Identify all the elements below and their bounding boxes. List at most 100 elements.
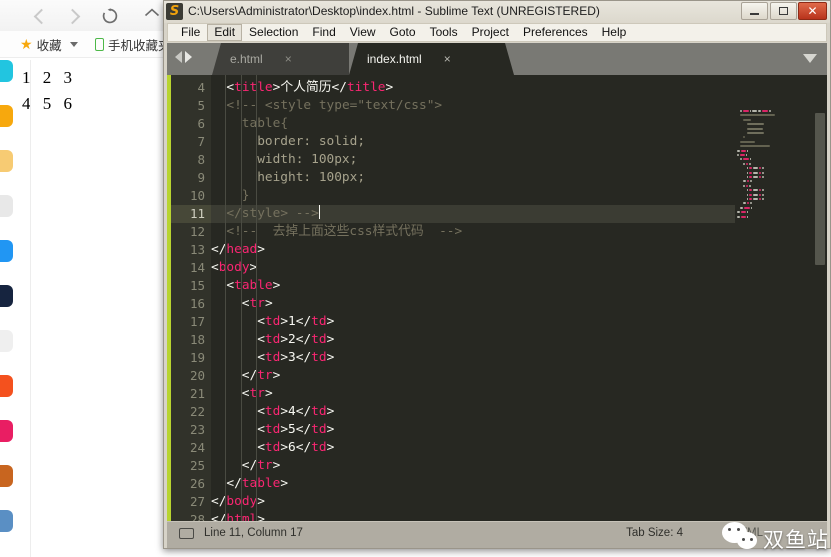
- code-token: >: [272, 458, 281, 473]
- dock-app-icon[interactable]: [0, 240, 13, 262]
- back-button[interactable]: [28, 4, 52, 28]
- tab-nav-arrows[interactable]: [175, 51, 192, 63]
- menu-item-goto[interactable]: Goto: [383, 24, 423, 41]
- code-token: <!-- <style type="text/css">: [226, 98, 443, 113]
- tab-index-html[interactable]: index.html ×: [349, 43, 514, 75]
- menu-item-find[interactable]: Find: [305, 24, 342, 41]
- code-line[interactable]: <table>: [211, 277, 280, 295]
- line-number: 21: [189, 386, 205, 401]
- line-number: 23: [189, 422, 205, 437]
- minimap-glyph: [740, 110, 742, 112]
- reload-button[interactable]: [98, 4, 122, 28]
- chevron-left-icon: [33, 8, 50, 24]
- minimap-glyph: [743, 118, 751, 121]
- dock-app-icon[interactable]: [0, 465, 13, 487]
- dock-app-icon[interactable]: [0, 195, 13, 217]
- tab-close-icon[interactable]: ×: [444, 52, 451, 66]
- minimap-glyph: [739, 154, 745, 156]
- code-line[interactable]: <body>: [211, 259, 257, 277]
- home-icon: [144, 8, 160, 17]
- dock-app-icon[interactable]: [0, 285, 13, 307]
- code-line[interactable]: border: solid;: [211, 133, 365, 151]
- minimap-glyph: [743, 184, 745, 187]
- menu-item-view[interactable]: View: [343, 24, 383, 41]
- minimap-glyph: [749, 167, 752, 170]
- dock-app-icon[interactable]: [0, 420, 13, 442]
- chevron-down-icon[interactable]: [803, 54, 817, 63]
- menu-item-preferences[interactable]: Preferences: [516, 24, 595, 41]
- dock-app-icon[interactable]: [0, 60, 13, 82]
- tab-label: e.html: [230, 52, 263, 66]
- code-token: >4</: [280, 404, 312, 419]
- screen-icon[interactable]: [179, 528, 194, 539]
- close-button[interactable]: ✕: [798, 2, 827, 20]
- code-editor[interactable]: 4 5 6 7 8 9 10 11 12 13 14 15 16 17 18 19 20 21 22 23 24 25 26…: [167, 75, 827, 521]
- code-line[interactable]: <title>个人简历</title>: [211, 79, 393, 97]
- code-line[interactable]: table{: [211, 115, 288, 133]
- dock-app-icon[interactable]: [0, 375, 13, 397]
- maximize-button[interactable]: [770, 2, 797, 20]
- tab-e-html[interactable]: e.html ×: [212, 43, 349, 75]
- code-line[interactable]: </tr>: [211, 457, 281, 475]
- code-line[interactable]: }: [211, 187, 250, 205]
- code-line[interactable]: </tr>: [211, 367, 281, 385]
- scrollbar-thumb[interactable]: [815, 113, 825, 265]
- code-line[interactable]: <td>6</td>: [211, 439, 334, 457]
- dock-app-icon[interactable]: [0, 105, 13, 127]
- code-line[interactable]: <td>4</td>: [211, 403, 334, 421]
- code-token: <: [211, 260, 219, 275]
- code-line[interactable]: <tr>: [211, 295, 273, 313]
- minimap-glyph: [758, 110, 761, 112]
- menu-item-selection[interactable]: Selection: [242, 24, 305, 41]
- minimize-button[interactable]: [741, 2, 768, 20]
- code-line[interactable]: <td>1</td>: [211, 313, 334, 331]
- minimap-glyph: [749, 176, 752, 178]
- menu-item-project[interactable]: Project: [465, 24, 516, 41]
- code-token: 个人简历: [280, 80, 332, 95]
- code-line[interactable]: width: 100px;: [211, 151, 357, 169]
- minimap-glyph: [746, 132, 765, 134]
- line-number: 14: [189, 260, 205, 275]
- code-line[interactable]: <td>2</td>: [211, 331, 334, 349]
- minimap-glyph: [758, 176, 762, 178]
- title-bar[interactable]: S C:\Users\Administrator\Desktop\index.h…: [164, 1, 830, 23]
- minimap-glyph: [746, 211, 748, 214]
- minimap-glyph: [743, 162, 745, 165]
- line-number: 9: [197, 170, 205, 185]
- code-line[interactable]: <!-- <style type="text/css">: [211, 97, 442, 115]
- menu-item-help[interactable]: Help: [595, 24, 634, 41]
- minimap-glyph: [745, 162, 749, 165]
- code-line[interactable]: </table>: [211, 475, 288, 493]
- menu-item-file[interactable]: File: [174, 24, 207, 41]
- dock-app-icon[interactable]: [0, 150, 13, 172]
- home-button[interactable]: [140, 4, 164, 28]
- code-token: <: [241, 296, 250, 311]
- dock-app-icon[interactable]: [0, 330, 13, 352]
- tab-next-icon[interactable]: [185, 51, 192, 63]
- minimap-glyph: [740, 158, 742, 161]
- tab-close-icon[interactable]: ×: [285, 52, 292, 66]
- code-token: >3</: [280, 350, 312, 365]
- code-line[interactable]: <td>5</td>: [211, 421, 334, 439]
- forward-button[interactable]: [62, 4, 86, 28]
- tab-prev-icon[interactable]: [175, 51, 182, 63]
- minimap-glyph: [742, 158, 749, 161]
- bookmark-favorites[interactable]: ★ 收藏: [20, 34, 78, 54]
- code-token: td: [264, 404, 281, 419]
- dock-app-icon[interactable]: [0, 510, 13, 532]
- tab-size-label[interactable]: Tab Size: 4: [626, 527, 683, 539]
- minimap[interactable]: [735, 107, 813, 521]
- code-token: </: [241, 368, 258, 383]
- code-token: </: [226, 476, 242, 491]
- vertical-scrollbar[interactable]: [813, 107, 827, 521]
- chevron-down-icon[interactable]: [69, 41, 78, 47]
- code-line[interactable]: height: 100px;: [211, 169, 365, 187]
- line-number: 19: [189, 350, 205, 365]
- bookmark-mobile-favorites[interactable]: 手机收藏夹: [95, 34, 171, 54]
- code-line[interactable]: <!-- 去掉上面这些css样式代码 -->: [211, 223, 462, 241]
- code-line[interactable]: <td>3</td>: [211, 349, 334, 367]
- menu-item-edit[interactable]: Edit: [207, 24, 243, 41]
- menu-item-tools[interactable]: Tools: [423, 24, 465, 41]
- code-line[interactable]: <tr>: [211, 385, 273, 403]
- code-line[interactable]: </style> -->: [211, 205, 320, 223]
